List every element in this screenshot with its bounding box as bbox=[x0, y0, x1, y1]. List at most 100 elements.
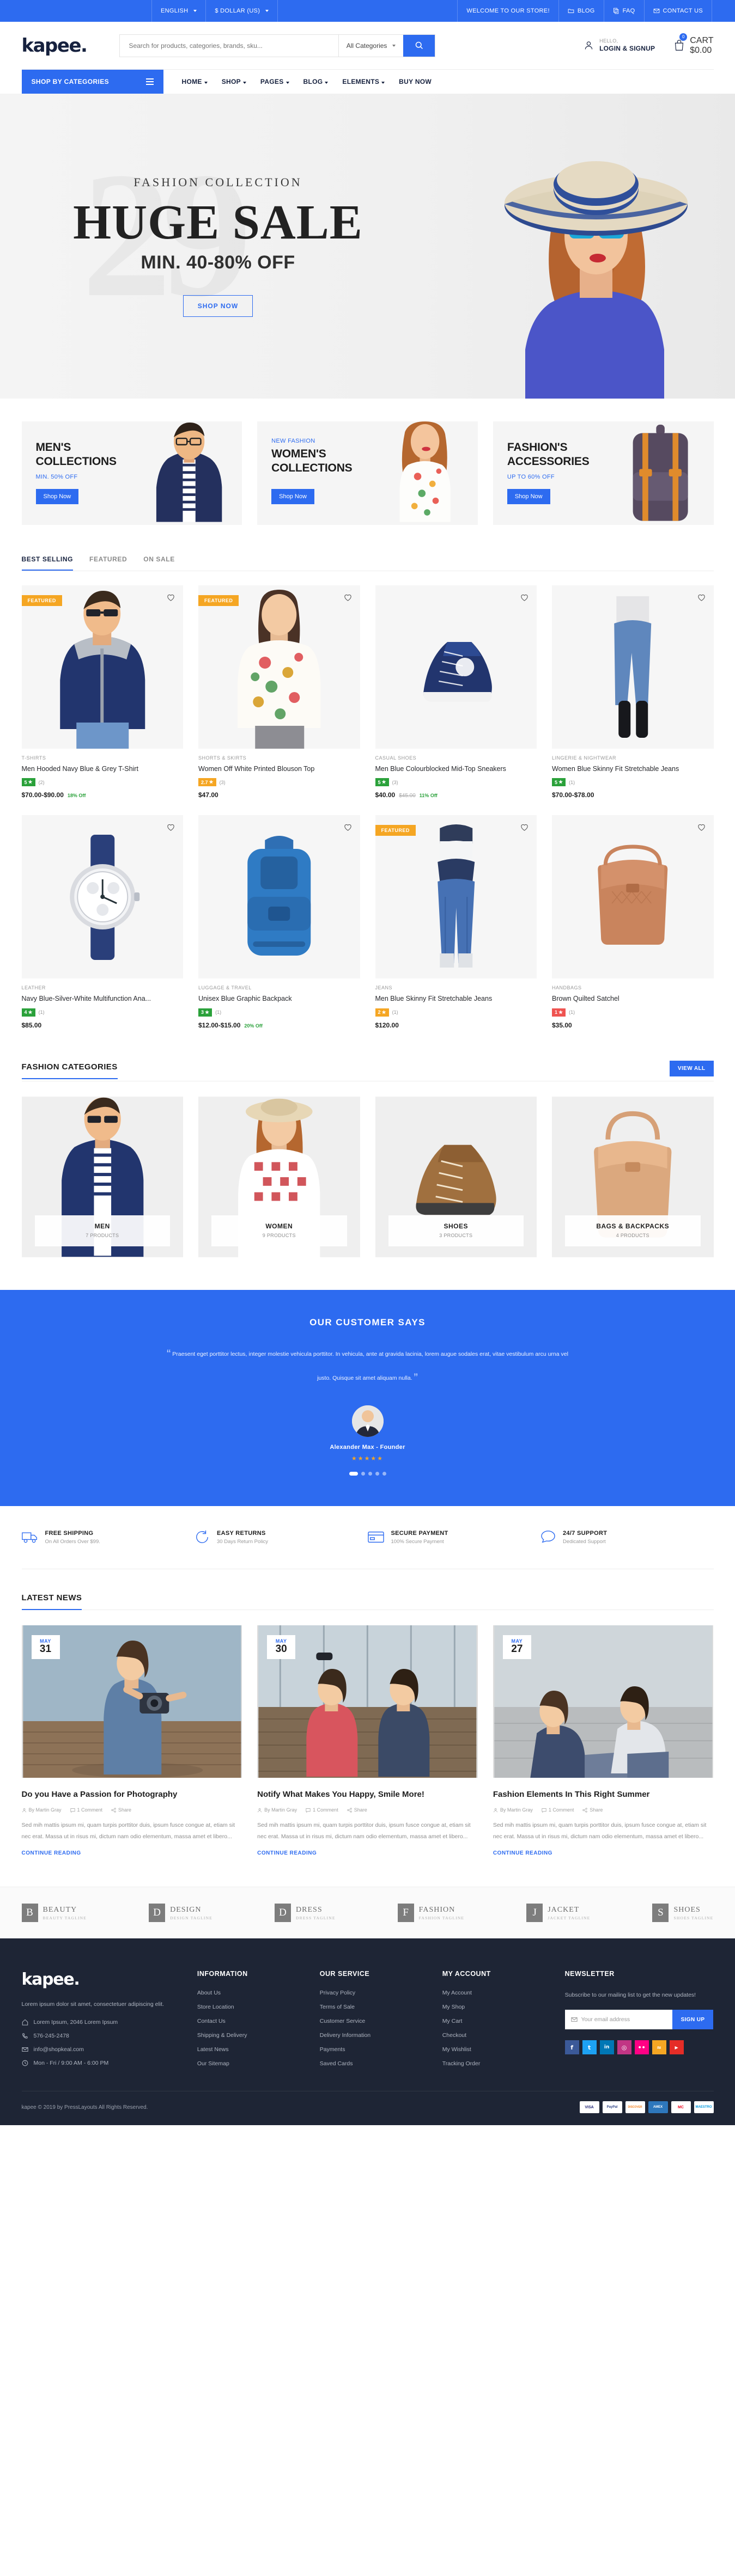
footer-link-my-account[interactable]: My Account bbox=[442, 1990, 549, 1996]
twitter-icon[interactable]: t bbox=[582, 2040, 597, 2055]
footer-link-terms-of-sale[interactable]: Terms of Sale bbox=[320, 2004, 426, 2010]
wishlist-heart-icon[interactable] bbox=[520, 593, 529, 602]
category-card-men[interactable]: MEN 7 PRODUCTS bbox=[21, 1096, 183, 1257]
pagination-dot-active[interactable] bbox=[349, 1471, 358, 1476]
footer-phone[interactable]: 576-245-2478 bbox=[22, 2033, 181, 2039]
product-thumbnail[interactable] bbox=[552, 815, 714, 979]
promo-card-accessories[interactable]: FASHION'S ACCESSORIES UP TO 60% OFF Shop … bbox=[493, 421, 714, 525]
product-name[interactable]: Men Blue Colourblocked Mid-Top Sneakers bbox=[375, 764, 537, 773]
product-name[interactable]: Women Off White Printed Blouson Top bbox=[198, 764, 360, 773]
news-share[interactable]: Share bbox=[111, 1807, 131, 1813]
youtube-icon[interactable]: ▶ bbox=[669, 2040, 684, 2055]
product-card[interactable]: LEATHER Navy Blue-Silver-White Multifunc… bbox=[21, 815, 183, 1029]
flickr-icon[interactable]: •• bbox=[634, 2040, 649, 2055]
wishlist-heart-icon[interactable] bbox=[697, 593, 706, 602]
nav-item-buy-now[interactable]: BUY NOW bbox=[399, 78, 432, 85]
site-logo[interactable]: kapee. bbox=[22, 35, 88, 57]
footer-link-my-shop[interactable]: My Shop bbox=[442, 2004, 549, 2010]
footer-link-my-cart[interactable]: My Cart bbox=[442, 2018, 549, 2024]
pagination-dot[interactable] bbox=[361, 1471, 365, 1476]
footer-link-privacy-policy[interactable]: Privacy Policy bbox=[320, 1990, 426, 1996]
wishlist-heart-icon[interactable] bbox=[343, 823, 353, 832]
shop-by-categories-button[interactable]: SHOP BY CATEGORIES bbox=[21, 70, 163, 94]
category-card-bags[interactable]: BAGS & BACKPACKS 4 PRODUCTS bbox=[552, 1096, 714, 1257]
product-thumbnail[interactable]: FEATURED bbox=[198, 585, 360, 749]
news-card[interactable]: MAY 27 Fashion Elements In This Right Su… bbox=[493, 1625, 714, 1856]
news-share[interactable]: Share bbox=[582, 1807, 603, 1813]
tab-featured[interactable]: FEATURED bbox=[89, 555, 127, 571]
wishlist-heart-icon[interactable] bbox=[166, 593, 175, 602]
nav-item-blog[interactable]: BLOG bbox=[303, 78, 329, 85]
hero-shop-now-button[interactable]: SHOP NOW bbox=[183, 295, 253, 317]
pagination-dot[interactable] bbox=[382, 1471, 386, 1476]
continue-reading-link[interactable]: CONTINUE READING bbox=[22, 1850, 242, 1856]
wishlist-heart-icon[interactable] bbox=[697, 823, 706, 832]
brand-design[interactable]: D DESIGN DESIGN TAGLINE bbox=[149, 1904, 212, 1923]
linkedin-icon[interactable]: in bbox=[599, 2040, 614, 2055]
wishlist-heart-icon[interactable] bbox=[166, 823, 175, 832]
product-card[interactable]: LINGERIE & NIGHTWEAR Women Blue Skinny F… bbox=[552, 585, 714, 799]
search-category-select[interactable]: All Categories bbox=[338, 34, 404, 57]
nav-item-elements[interactable]: ELEMENTS bbox=[342, 78, 385, 85]
promo-shop-now-button[interactable]: Shop Now bbox=[271, 488, 314, 504]
product-card[interactable]: FEATURED T-SHIRTS Men Hooded Navy Blue &… bbox=[21, 585, 183, 799]
tab-best-selling[interactable]: BEST SELLING bbox=[21, 555, 74, 571]
cart-link[interactable]: 0 CART $0.00 bbox=[673, 33, 714, 56]
news-title[interactable]: Notify What Makes You Happy, Smile More! bbox=[257, 1789, 478, 1801]
footer-link-contact-us[interactable]: Contact Us bbox=[197, 2018, 303, 2024]
product-card[interactable]: CASUAL SHOES Men Blue Colourblocked Mid-… bbox=[375, 585, 537, 799]
footer-link-checkout[interactable]: Checkout bbox=[442, 2032, 549, 2039]
nav-item-pages[interactable]: PAGES bbox=[260, 78, 289, 85]
product-thumbnail[interactable] bbox=[198, 815, 360, 979]
footer-link-latest-news[interactable]: Latest News bbox=[197, 2046, 303, 2053]
pagination-dot[interactable] bbox=[368, 1471, 372, 1476]
footer-link-customer-service[interactable]: Customer Service bbox=[320, 2018, 426, 2024]
testimonial-pagination[interactable] bbox=[0, 1471, 735, 1476]
nav-item-shop[interactable]: SHOP bbox=[222, 78, 246, 85]
contact-us-link[interactable]: CONTACT US bbox=[643, 0, 712, 22]
search-input[interactable] bbox=[120, 34, 338, 57]
product-name[interactable]: Men Blue Skinny Fit Stretchable Jeans bbox=[375, 994, 537, 1003]
promo-card-mens[interactable]: MEN'S COLLECTIONS MIN. 50% OFF Shop Now bbox=[21, 421, 242, 525]
product-name[interactable]: Brown Quilted Satchel bbox=[552, 994, 714, 1003]
footer-link-about-us[interactable]: About Us bbox=[197, 1990, 303, 1996]
product-thumbnail[interactable] bbox=[21, 815, 183, 979]
language-selector[interactable]: ENGLISH bbox=[151, 0, 205, 22]
product-card[interactable]: FEATURED JEANS Men Blue Skinny Fit Stret… bbox=[375, 815, 537, 1029]
continue-reading-link[interactable]: CONTINUE READING bbox=[493, 1850, 714, 1856]
news-card[interactable]: MAY 30 Notify What Makes You Happy, Smil… bbox=[257, 1625, 478, 1856]
footer-link-delivery-information[interactable]: Delivery Information bbox=[320, 2032, 426, 2039]
rss-icon[interactable]: ≈ bbox=[652, 2040, 666, 2055]
news-card[interactable]: MAY 31 Do you Have a Passion for Photogr… bbox=[21, 1625, 242, 1856]
product-card[interactable]: FEATURED SHORTS & SKIRTS Women Off White… bbox=[198, 585, 360, 799]
continue-reading-link[interactable]: CONTINUE READING bbox=[257, 1850, 478, 1856]
category-card-women[interactable]: WOMEN 9 PRODUCTS bbox=[198, 1096, 360, 1257]
footer-link-my-wishlist[interactable]: My Wishlist bbox=[442, 2046, 549, 2053]
news-thumbnail[interactable]: MAY 27 bbox=[493, 1625, 714, 1778]
facebook-icon[interactable]: f bbox=[564, 2040, 579, 2055]
pagination-dot[interactable] bbox=[375, 1471, 379, 1476]
category-card-shoes[interactable]: SHOES 3 PRODUCTS bbox=[375, 1096, 537, 1257]
wishlist-heart-icon[interactable] bbox=[343, 593, 353, 602]
footer-email[interactable]: info@shopkeal.com bbox=[21, 2046, 181, 2053]
product-card[interactable]: HANDBAGS Brown Quilted Satchel 1 ★ (1) $3… bbox=[552, 815, 714, 1029]
promo-shop-now-button[interactable]: Shop Now bbox=[35, 488, 79, 504]
product-name[interactable]: Women Blue Skinny Fit Stretchable Jeans bbox=[552, 764, 714, 773]
newsletter-signup-button[interactable]: SIGN UP bbox=[672, 2010, 714, 2030]
tab-on-sale[interactable]: ON SALE bbox=[143, 555, 175, 571]
newsletter-email-field[interactable]: Your email address bbox=[564, 2010, 672, 2030]
promo-card-womens[interactable]: NEW FASHION WOMEN'S COLLECTIONS Shop Now bbox=[257, 421, 478, 525]
product-thumbnail[interactable]: FEATURED bbox=[375, 815, 537, 979]
product-thumbnail[interactable] bbox=[375, 585, 537, 749]
footer-link-tracking-order[interactable]: Tracking Order bbox=[442, 2060, 549, 2067]
product-thumbnail[interactable] bbox=[552, 585, 714, 749]
view-all-button[interactable]: VIEW ALL bbox=[669, 1060, 714, 1076]
blog-link[interactable]: BLOG bbox=[558, 0, 604, 22]
brand-beauty[interactable]: B BEAUTY BEAUTY TAGLINE bbox=[21, 1904, 87, 1923]
news-title[interactable]: Fashion Elements In This Right Summer bbox=[493, 1789, 714, 1801]
account-link[interactable]: HELLO, LOGIN & SIGNUP bbox=[583, 38, 655, 52]
product-name[interactable]: Unisex Blue Graphic Backpack bbox=[198, 994, 360, 1003]
wishlist-heart-icon[interactable] bbox=[520, 823, 529, 832]
product-thumbnail[interactable]: FEATURED bbox=[21, 585, 183, 749]
brand-fashion[interactable]: F FASHION FASHION TAGLINE bbox=[397, 1904, 465, 1923]
